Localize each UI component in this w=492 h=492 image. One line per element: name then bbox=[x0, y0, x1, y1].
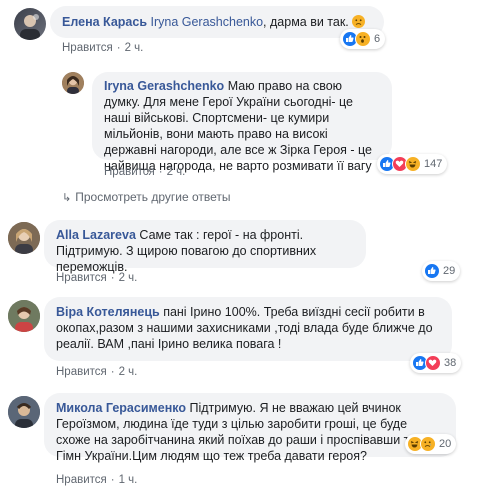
sad-reaction-icon bbox=[420, 436, 436, 452]
like-reaction-icon bbox=[424, 263, 440, 279]
sad-emoji-icon bbox=[352, 15, 366, 28]
like-link[interactable]: Нравится bbox=[56, 366, 107, 378]
view-more-replies-link[interactable]: ↳ Просмотреть другие ответы bbox=[62, 190, 231, 204]
timestamp[interactable]: 2 ч. bbox=[119, 272, 138, 284]
timestamp[interactable]: 1 ч. bbox=[119, 474, 138, 486]
comment-author[interactable]: Віра Котелянець bbox=[56, 305, 160, 319]
mention-link[interactable]: Iryna Gerashchenko bbox=[150, 15, 263, 29]
comment-bubble: Віра Котелянець пані Ірино 100%. Треба в… bbox=[44, 297, 452, 361]
reaction-count: 147 bbox=[424, 158, 443, 170]
comment-actions: Нравится · 2 ч. bbox=[56, 272, 138, 284]
timestamp[interactable]: 2 ч. bbox=[167, 166, 186, 178]
avatar[interactable] bbox=[62, 72, 84, 94]
comment-author[interactable]: Микола Герасименко bbox=[56, 401, 186, 415]
reaction-count: 20 bbox=[439, 438, 452, 450]
like-link[interactable]: Нравится bbox=[104, 166, 155, 178]
avatar[interactable] bbox=[8, 396, 40, 428]
reaction-count: 29 bbox=[443, 265, 456, 277]
timestamp[interactable]: 2 ч. bbox=[119, 366, 138, 378]
reaction-summary[interactable]: 29 bbox=[422, 261, 461, 281]
comment-bubble: Iryna Gerashchenko Маю право на свою дум… bbox=[92, 72, 392, 173]
comment-author[interactable]: Елена Карась bbox=[62, 15, 147, 29]
comment-author[interactable]: Alla Lazareva bbox=[56, 228, 136, 242]
comment-actions: Нравится · 2 ч. bbox=[62, 42, 144, 54]
comment-bubble: Елена Карась Iryna Gerashchenko, дарма в… bbox=[50, 6, 384, 38]
reaction-summary[interactable]: 38 bbox=[410, 353, 462, 373]
wow-reaction-icon bbox=[355, 31, 371, 47]
like-link[interactable]: Нравится bbox=[62, 42, 113, 54]
comment-bubble: Микола Герасименко Підтримую. Я не вважа… bbox=[44, 393, 456, 463]
avatar[interactable] bbox=[14, 8, 46, 40]
love-reaction-icon bbox=[425, 355, 441, 371]
reaction-count: 38 bbox=[444, 357, 457, 369]
avatar[interactable] bbox=[8, 222, 40, 254]
haha-reaction-icon bbox=[405, 156, 421, 172]
avatar[interactable] bbox=[8, 300, 40, 332]
comment-author[interactable]: Iryna Gerashchenko bbox=[104, 79, 224, 93]
timestamp[interactable]: 2 ч. bbox=[125, 42, 144, 54]
comment-actions: Нравится · 1 ч. bbox=[56, 474, 138, 486]
like-link[interactable]: Нравится bbox=[56, 272, 107, 284]
reaction-summary[interactable]: 147 bbox=[377, 154, 448, 174]
reaction-summary[interactable]: 20 bbox=[405, 434, 457, 454]
reply-arrow-icon: ↳ bbox=[62, 192, 72, 204]
reaction-count: 6 bbox=[374, 33, 381, 45]
like-link[interactable]: Нравится bbox=[56, 474, 107, 486]
reaction-summary[interactable]: 6 bbox=[340, 29, 386, 49]
comment-actions: Нравится · 2 ч. bbox=[104, 166, 186, 178]
comment-actions: Нравится · 2 ч. bbox=[56, 366, 138, 378]
comment-bubble: Alla Lazareva Саме так : герої - на фрон… bbox=[44, 220, 366, 274]
comment-text: , дарма ви так. bbox=[263, 15, 353, 29]
comment-text: Маю право на свою думку. Для мене Герої … bbox=[104, 79, 373, 173]
